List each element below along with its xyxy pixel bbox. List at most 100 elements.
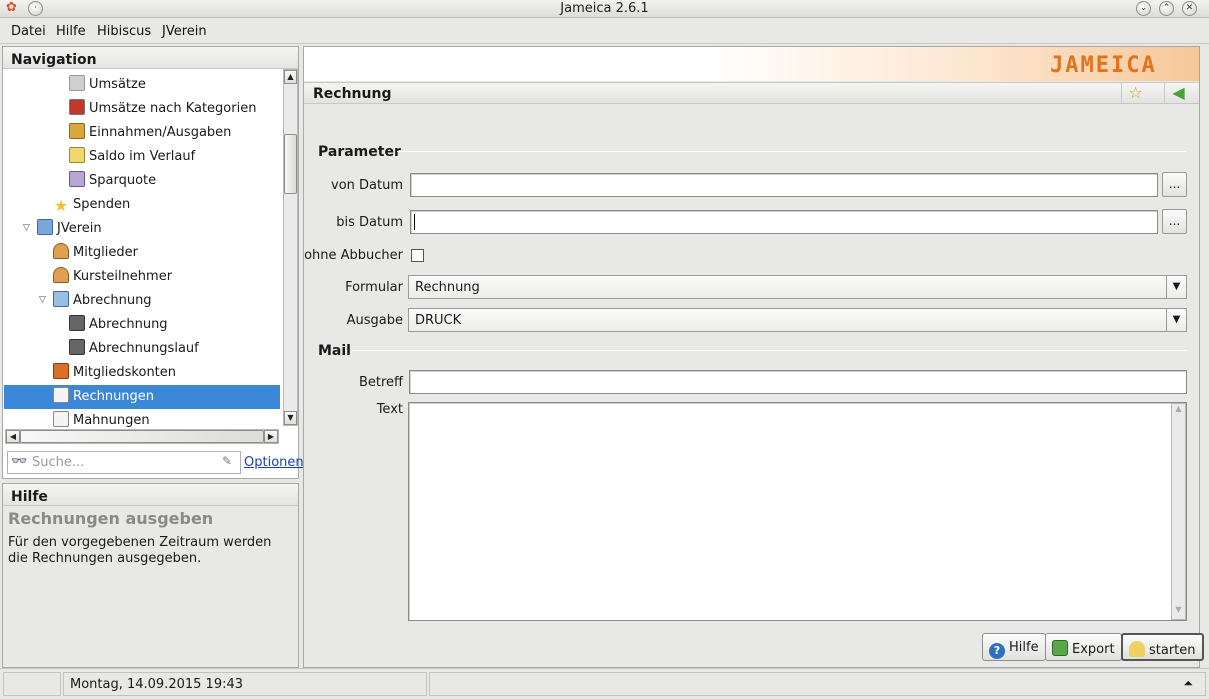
transactions-icon <box>69 75 85 91</box>
ohne-abbucher-label: ohne Abbucher <box>304 248 403 263</box>
status-cell-empty <box>3 672 61 696</box>
folder-open-icon <box>53 291 69 307</box>
search-field[interactable]: 👓 Suche... ✎ <box>7 451 241 474</box>
text-cursor <box>414 214 415 230</box>
tree-scroll-thumb[interactable] <box>284 134 297 194</box>
minimize-icon[interactable]: ⌄ <box>1136 1 1151 16</box>
savings-chart-icon <box>69 171 85 187</box>
menu-hilfe[interactable]: Hilfe <box>56 24 86 39</box>
export-button[interactable]: Export <box>1045 633 1122 661</box>
tree-horizontal-scrollbar[interactable]: ◀ ▶ <box>5 429 279 444</box>
course-participants-icon <box>53 267 69 283</box>
help-header: Hilfe <box>3 484 298 506</box>
starten-button[interactable]: starten <box>1121 633 1204 661</box>
scroll-down-icon[interactable]: ▼ <box>1172 605 1185 619</box>
window-title: Jameica 2.6.1 <box>560 1 649 16</box>
mail-section-title: Mail <box>318 343 351 359</box>
menu-jverein[interactable]: JVerein <box>162 24 207 39</box>
tree-item-umsaetze[interactable]: Umsätze <box>69 73 146 97</box>
tree-item-saldo-im-verlauf[interactable]: Saldo im Verlauf <box>69 145 195 169</box>
von-datum-picker-button[interactable]: ... <box>1162 172 1187 197</box>
reminder-icon <box>53 411 69 427</box>
tree-item-umsaetze-nach-kategorien[interactable]: Umsätze nach Kategorien <box>69 97 256 121</box>
von-datum-input[interactable] <box>410 173 1158 197</box>
maximize-icon[interactable]: ⌃ <box>1159 1 1174 16</box>
clear-search-icon[interactable]: ✎ <box>222 454 232 468</box>
star-icon: ★ <box>53 196 69 215</box>
ausgabe-label: Ausgabe <box>346 313 403 328</box>
scroll-left-icon[interactable]: ◀ <box>6 430 20 443</box>
view-title: Rechnung <box>313 86 392 102</box>
main-panel: JAMEICA Rechnung ☆ ◀ Parameter von Datum… <box>303 46 1204 668</box>
text-area-scrollbar[interactable]: ▲ ▼ <box>1171 403 1186 620</box>
navigation-tree: Umsätze Umsätze nach Kategorien Einnahme… <box>3 69 282 428</box>
balance-chart-icon <box>69 147 85 163</box>
parameter-divider <box>397 151 1186 152</box>
members-icon <box>53 243 69 259</box>
status-message: ⏶ <box>429 672 1206 696</box>
status-bar: Montag, 14.09.2015 19:43 ⏶ <box>0 668 1209 699</box>
expand-jverein-icon[interactable]: ▽ <box>23 223 33 233</box>
tree-item-spenden[interactable]: ★ Spenden <box>53 193 130 217</box>
navigation-header: Navigation <box>3 47 298 69</box>
options-link[interactable]: Optionen <box>244 455 304 470</box>
text-area[interactable]: ▲ ▼ <box>408 402 1187 621</box>
betreff-input[interactable] <box>409 370 1187 394</box>
scroll-right-icon[interactable]: ▶ <box>264 430 278 443</box>
tree-item-mitgliedskonten[interactable]: Mitgliedskonten <box>53 361 176 385</box>
status-datetime: Montag, 14.09.2015 19:43 <box>63 672 427 696</box>
tree-item-mitglieder[interactable]: Mitglieder <box>53 241 138 265</box>
ohne-abbucher-checkbox[interactable] <box>411 249 424 262</box>
start-icon <box>1129 641 1145 657</box>
menu-datei[interactable]: Datei <box>11 24 46 39</box>
chevron-down-icon: ▼ <box>1166 276 1186 298</box>
view-title-bar: Rechnung ☆ ◀ <box>304 82 1199 104</box>
title-bar: ✿ · Jameica 2.6.1 ⌄ ⌃ ✕ <box>0 0 1209 18</box>
hilfe-button[interactable]: ? Hilfe <box>982 633 1046 661</box>
text-label: Text <box>376 402 403 417</box>
menu-hibiscus[interactable]: Hibiscus <box>97 24 151 39</box>
back-arrow-icon[interactable]: ◀ <box>1164 83 1192 103</box>
von-datum-label: von Datum <box>331 178 403 193</box>
folder-icon <box>37 219 53 235</box>
betreff-label: Betreff <box>358 375 403 390</box>
scroll-down-icon[interactable]: ▼ <box>284 411 297 425</box>
parameter-section-title: Parameter <box>318 144 401 160</box>
chevron-down-icon: ▼ <box>1166 309 1186 331</box>
member-accounts-icon <box>53 363 69 379</box>
help-text: Für den vorgegebenen Zeitraum werden die… <box>8 535 272 566</box>
calculator-icon <box>69 339 85 355</box>
scroll-up-icon[interactable]: ▲ <box>1172 404 1185 418</box>
search-placeholder: Suche... <box>32 455 85 470</box>
income-expense-icon <box>69 123 85 139</box>
expand-abrechnung-icon[interactable]: ▽ <box>39 295 49 305</box>
jameica-logo: JAMEICA <box>1050 53 1157 78</box>
category-report-icon <box>69 99 85 115</box>
tree-item-abrechnungslauf[interactable]: Abrechnungslauf <box>69 337 199 361</box>
tree-item-jverein[interactable]: JVerein <box>37 217 102 241</box>
bookmark-star-icon[interactable]: ☆ <box>1121 83 1149 103</box>
tree-item-kursteilnehmer[interactable]: Kursteilnehmer <box>53 265 172 289</box>
export-icon <box>1052 640 1068 656</box>
tree-item-sparquote[interactable]: Sparquote <box>69 169 156 193</box>
bis-datum-label: bis Datum <box>336 215 403 230</box>
bis-datum-picker-button[interactable]: ... <box>1162 209 1187 234</box>
tree-item-rechnungen[interactable]: Rechnungen <box>4 385 280 409</box>
invoice-icon <box>53 387 69 403</box>
tree-item-abrechnung-folder[interactable]: Abrechnung <box>53 289 152 313</box>
tree-hscroll-thumb[interactable] <box>20 430 264 443</box>
scroll-up-icon[interactable]: ▲ <box>284 70 297 84</box>
tree-item-einnahmen-ausgaben[interactable]: Einnahmen/Ausgaben <box>69 121 231 145</box>
ausgabe-select[interactable]: DRUCK ▼ <box>408 308 1187 332</box>
formular-select[interactable]: Rechnung ▼ <box>408 275 1187 299</box>
help-icon: ? <box>989 643 1005 659</box>
tree-vertical-scrollbar[interactable]: ▲ ▼ <box>283 69 298 426</box>
close-icon[interactable]: ✕ <box>1182 1 1197 16</box>
tree-item-abrechnung[interactable]: Abrechnung <box>69 313 168 337</box>
menu-bar: Datei Hilfe Hibiscus JVerein <box>0 19 1209 44</box>
bis-datum-input[interactable] <box>410 210 1158 234</box>
tree-item-mahnungen[interactable]: Mahnungen <box>53 409 150 428</box>
binoculars-icon: 👓 <box>11 454 28 469</box>
help-panel: Hilfe Rechnungen ausgeben Für den vorgeg… <box>2 483 299 668</box>
expand-log-icon[interactable]: ⏶ <box>1183 676 1193 691</box>
